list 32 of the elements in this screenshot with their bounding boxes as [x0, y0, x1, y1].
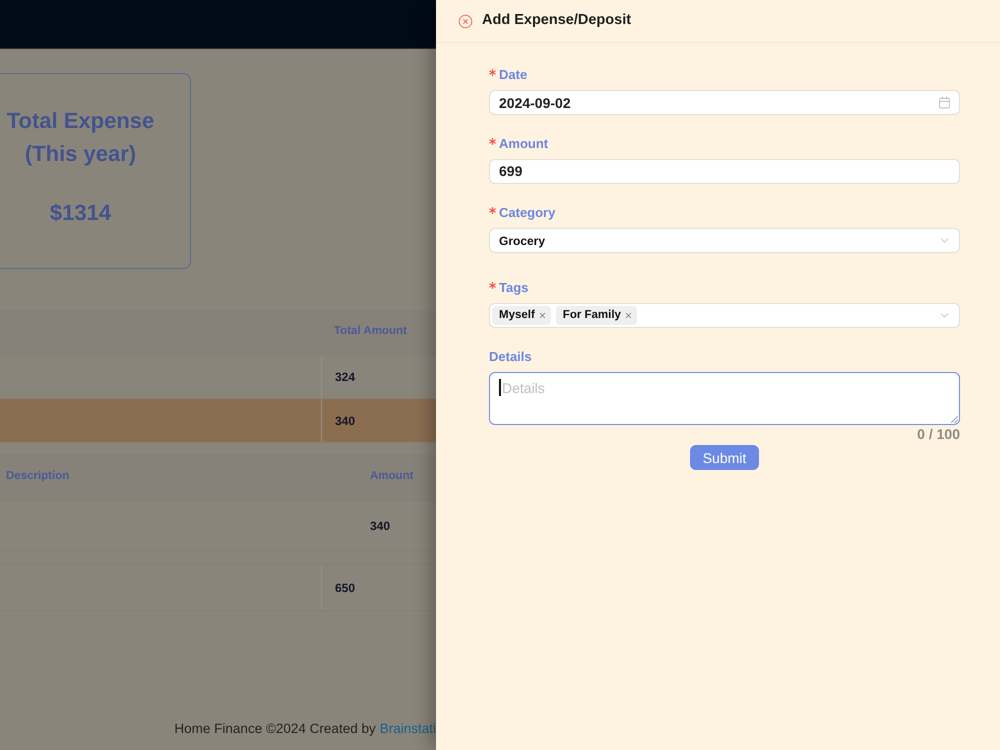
- table-row[interactable]: 324: [0, 355, 436, 399]
- drawer-title: Add Expense/Deposit: [482, 11, 632, 30]
- table-row[interactable]: 340: [0, 399, 436, 443]
- table-cell-text: 324: [335, 368, 356, 386]
- remove-icon[interactable]: [538, 311, 547, 320]
- field-label: Amount: [499, 136, 548, 150]
- table-cell-text: 340: [370, 518, 390, 534]
- remove-icon[interactable]: [624, 311, 633, 320]
- close-icon[interactable]: [458, 14, 473, 28]
- submit-button[interactable]: Submit: [690, 445, 760, 470]
- field-label: Date: [499, 68, 528, 80]
- table-cell-text: 650: [335, 580, 356, 596]
- tags-select[interactable]: Myself For Family: [489, 303, 960, 328]
- column-header: Total Amount: [334, 324, 407, 340]
- tag-label: For Family: [562, 310, 621, 322]
- character-counter: 0 / 100: [917, 426, 960, 442]
- resize-handle-icon: [951, 416, 958, 423]
- footer-text: Home Finance ©2024 Created by: [174, 720, 376, 738]
- column-header: Amount: [370, 469, 414, 484]
- calendar-icon: [938, 96, 951, 109]
- date-input[interactable]: 2024-09-02: [489, 90, 960, 115]
- field-label: Tags: [499, 280, 528, 294]
- column-header: Description: [6, 469, 70, 484]
- category-select[interactable]: Grocery: [489, 228, 960, 253]
- amount-input[interactable]: 699: [489, 159, 960, 184]
- card-amount: $1314: [50, 199, 112, 227]
- text-cursor-icon: [499, 379, 501, 396]
- tag-label: Myself: [499, 310, 535, 322]
- card-title: Total Expense (This year): [6, 107, 156, 168]
- field-label: Details: [489, 350, 532, 362]
- table-cell-text: 340: [335, 412, 356, 430]
- field-label: Category: [499, 206, 556, 218]
